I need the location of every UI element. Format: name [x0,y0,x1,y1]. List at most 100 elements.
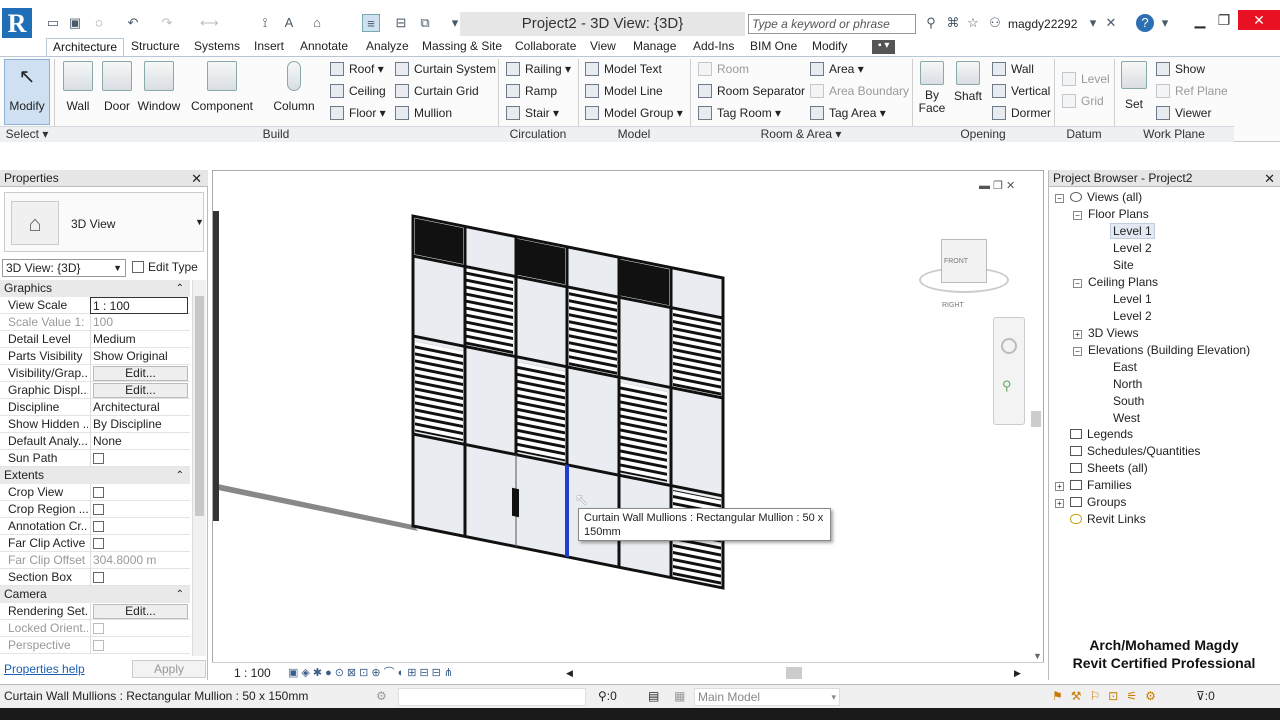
room-separator-button[interactable]: Room Separator [698,81,805,101]
tag-area-button[interactable]: Tag Area ▾ [810,103,886,123]
view-control-icons[interactable]: ▣◈✱●⊙⊠⊡⊕⌒◐⊞⊟⊟⋔ [288,663,456,683]
tree-item-groups[interactable]: + Groups [1055,494,1126,511]
tree-item-west[interactable]: West [1113,410,1140,427]
modify-button[interactable]: ↖ Modify [4,59,50,125]
tree-item-sheets[interactable]: Sheets (all) [1070,460,1148,477]
save-icon[interactable]: ▣ [66,14,84,32]
area-button[interactable]: Area ▾ [810,59,864,79]
floor-button[interactable]: Floor ▾ [330,103,386,123]
tab-manage[interactable]: Manage [627,38,682,56]
roof-button[interactable]: Roof ▾ [330,59,384,79]
vertical-scroll-thumb[interactable] [1031,411,1041,427]
view-window-controls[interactable]: ▬ ❐ ✕ [979,179,1015,192]
redo-icon[interactable]: ↷ [158,14,176,32]
section-box-checkbox[interactable] [93,572,104,583]
model-text-button[interactable]: Model Text [585,59,662,79]
viewcube-box[interactable]: FRONT RIGHT [941,239,987,309]
user-icon[interactable]: ⚇ [986,14,1004,32]
prop-row[interactable]: Sun Path [0,450,190,467]
prop-row[interactable]: Far Clip Active [0,535,190,552]
workset-dropdown[interactable] [398,688,586,706]
window-button[interactable]: Window [136,59,182,123]
tag-room-button[interactable]: Tag Room ▾ [698,103,781,123]
column-button[interactable]: Column [268,59,320,123]
ceiling-button[interactable]: Ceiling [330,81,386,101]
scroll-down-icon[interactable]: ▼ [1033,651,1042,661]
help-icon[interactable]: ? [1136,14,1154,32]
vertical-opening-button[interactable]: Vertical [992,81,1050,101]
undo-icon[interactable]: ↶ [124,14,142,32]
close-window-button[interactable]: ✕ [1238,10,1280,30]
prop-row[interactable]: Crop Region ... [0,501,190,518]
room-button[interactable]: Room [698,59,749,79]
crop-view-checkbox[interactable] [93,487,104,498]
close-hidden-icon[interactable]: ⊟ [392,14,410,32]
curtain-system-button[interactable]: Curtain System [395,59,496,79]
horizontal-scroll-thumb[interactable] [786,667,802,679]
scroll-thumb[interactable] [195,296,204,516]
close-icon[interactable]: ✕ [1264,170,1275,187]
tab-massing-site[interactable]: Massing & Site [416,38,508,56]
viewcube[interactable]: FRONT RIGHT [919,237,1009,309]
exchange-icon[interactable]: ✕ [1102,14,1120,32]
tab-structure[interactable]: Structure [125,38,186,56]
sync-icon[interactable]: ◌ [90,14,108,32]
filter-count[interactable]: ⚲:0 [598,685,617,707]
tree-item-legends[interactable]: Legends [1070,426,1133,443]
prop-row[interactable]: Crop View [0,484,190,501]
section-graphics[interactable]: Graphics ⌃ [0,280,190,297]
type-selector[interactable]: ⌂ 3D View ▼ [4,192,204,252]
tab-systems[interactable]: Systems [188,38,246,56]
mullion-button[interactable]: Mullion [395,103,452,123]
rendering-edit-button[interactable]: Edit... [93,604,188,619]
open-icon[interactable]: ▭ [44,14,62,32]
prop-row[interactable]: Section Box [0,569,190,586]
show-work-plane-button[interactable]: Show [1156,59,1205,79]
tree-item-3d-views[interactable]: +3D Views [1073,325,1138,342]
application-menu-button[interactable]: R [2,8,32,40]
grid-button[interactable]: Grid [1062,91,1104,111]
tab-add-ins[interactable]: Add-Ins [687,38,740,56]
tab-collaborate[interactable]: Collaborate [509,38,582,56]
binoculars-icon[interactable]: ⚲ [922,14,940,32]
annotation-crop-checkbox[interactable] [93,521,104,532]
area-boundary-button[interactable]: Area Boundary [810,81,909,101]
text-icon[interactable]: A [280,14,298,32]
navigation-bar[interactable]: ⚲ [993,317,1025,425]
editable-only-icon[interactable]: ▤ [648,685,659,707]
far-clip-checkbox[interactable] [93,538,104,549]
prop-row[interactable]: Show Hidden ... By Discipline [0,416,190,433]
tree-item-elevations[interactable]: − Elevations (Building Elevation) [1073,342,1250,359]
tree-item-south[interactable]: South [1113,393,1144,410]
switch-windows-icon[interactable]: ⧉ [416,14,434,32]
subscription-icon[interactable]: ⌘ [944,14,962,32]
tree-item-families[interactable]: + Families [1055,477,1132,494]
prop-row[interactable]: Visibility/Grap... Edit... [0,365,190,382]
tree-item-site[interactable]: Site [1113,257,1134,274]
3d-viewport[interactable]: ▬ ❐ ✕ FRONT RIGHT ⚲ ▼ [212,170,1044,668]
tab-view[interactable]: View [584,38,622,56]
railing-button[interactable]: Railing ▾ [506,59,571,79]
tree-item-east[interactable]: East [1113,359,1137,376]
sun-path-checkbox[interactable] [93,453,104,464]
prop-row[interactable]: View Scale 1 : 100 [0,297,190,314]
apply-button[interactable]: Apply [132,660,206,678]
help-dropdown-icon[interactable]: ▾ [1156,14,1174,32]
set-work-plane-button[interactable]: Set [1118,59,1150,123]
tab-bim-one[interactable]: BIM One [744,38,803,56]
tree-item-floor-plans[interactable]: − Floor Plans [1073,206,1149,223]
design-options-icon[interactable]: ▦ [674,685,685,707]
tree-item-ceiling-level-2[interactable]: Level 2 [1113,308,1152,325]
crop-region-checkbox[interactable] [93,504,104,515]
level-button[interactable]: Level [1062,69,1110,89]
tree-item-ceiling-level-1[interactable]: Level 1 [1113,291,1152,308]
prop-row[interactable]: Parts Visibility Show Original [0,348,190,365]
thin-lines-icon[interactable]: ≡ [362,14,380,32]
viewer-button[interactable]: Viewer [1156,103,1211,123]
tree-item-ceiling-plans[interactable]: − Ceiling Plans [1073,274,1158,291]
section-extents[interactable]: Extents ⌃ [0,467,190,484]
model-group-button[interactable]: Model Group ▾ [585,103,683,123]
tab-architecture[interactable]: Architecture [46,38,125,56]
prop-row[interactable]: Default Analy... None [0,433,190,450]
3d-view-icon[interactable]: ⌂ [308,14,326,32]
